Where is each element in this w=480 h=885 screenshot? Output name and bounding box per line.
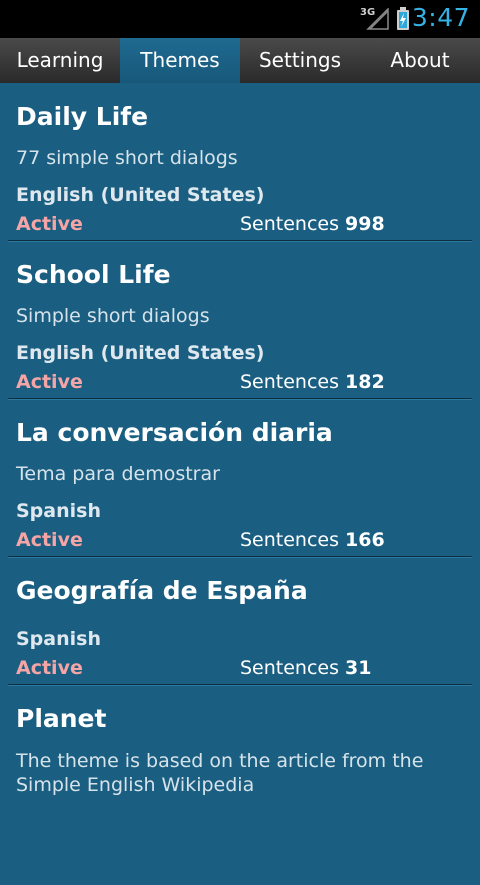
status-bar: 3G 3:47 [0, 0, 480, 38]
sentences-label: Sentences [240, 657, 340, 679]
theme-description: Simple short dialogs [16, 305, 210, 327]
theme-title: School Life [16, 260, 171, 289]
tab-learning[interactable]: Learning [0, 38, 120, 83]
theme-language: Spanish [16, 500, 101, 522]
tab-themes[interactable]: Themes [120, 38, 240, 83]
theme-description: Tema para demostrar [16, 463, 220, 485]
theme-item[interactable]: Daily Life 77 simple short dialogs Engli… [8, 83, 472, 241]
tab-settings[interactable]: Settings [240, 38, 360, 83]
theme-item[interactable]: School Life Simple short dialogs English… [8, 241, 472, 399]
sentences-label: Sentences [240, 371, 340, 393]
theme-status: Active [16, 213, 83, 235]
theme-language: English (United States) [16, 184, 265, 206]
theme-description: 77 simple short dialogs [16, 147, 238, 169]
theme-description: The theme is based on the article from t… [16, 750, 424, 796]
theme-language: Spanish [16, 628, 101, 650]
theme-title: La conversación diaria [16, 418, 333, 447]
theme-title: Planet [16, 704, 107, 733]
theme-status: Active [16, 529, 83, 551]
theme-title: Geografía de España [16, 576, 308, 605]
themes-list: Daily Life 77 simple short dialogs Engli… [0, 83, 480, 885]
theme-sentences: Sentences 166 [240, 529, 385, 551]
sentences-count: 166 [345, 529, 385, 551]
theme-language: English (United States) [16, 342, 265, 364]
theme-status: Active [16, 371, 83, 393]
sentences-count: 182 [345, 371, 385, 393]
theme-sentences: Sentences 998 [240, 213, 385, 235]
theme-sentences: Sentences 31 [240, 657, 371, 679]
battery-charging-icon [397, 7, 409, 30]
signal-icon [366, 8, 389, 30]
clock: 3:47 [411, 3, 470, 32]
theme-item[interactable]: La conversación diaria Tema para demostr… [8, 399, 472, 557]
theme-item[interactable]: Planet The theme is based on the article… [8, 685, 472, 885]
tab-about[interactable]: About [360, 38, 480, 83]
sentences-label: Sentences [240, 529, 340, 551]
sentences-count: 998 [345, 213, 385, 235]
theme-sentences: Sentences 182 [240, 371, 385, 393]
sentences-label: Sentences [240, 213, 340, 235]
theme-status: Active [16, 657, 83, 679]
sentences-count: 31 [345, 657, 372, 679]
theme-item[interactable]: Geografía de España Spanish Active Sente… [8, 557, 472, 685]
tab-bar: Learning Themes Settings About [0, 38, 480, 83]
theme-title: Daily Life [16, 102, 149, 131]
